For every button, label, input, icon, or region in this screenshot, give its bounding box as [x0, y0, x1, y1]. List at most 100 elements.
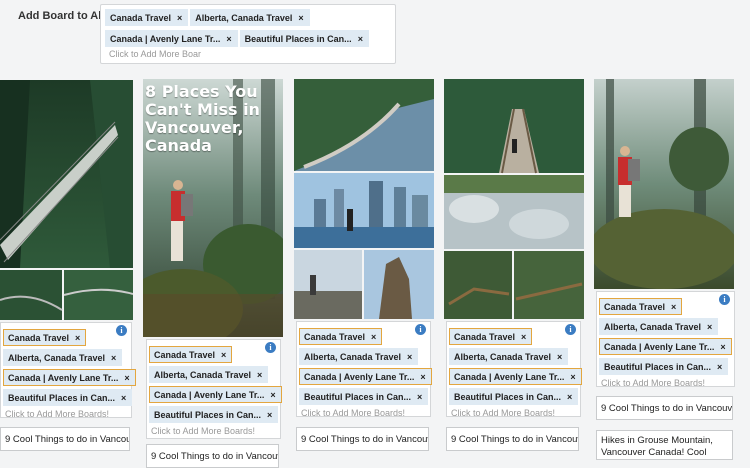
board-chip[interactable]: Canada Travel × — [105, 9, 189, 26]
chip-label: Canada | Avenly Lane Tr... — [8, 372, 119, 383]
pin-image[interactable]: 8 Places You Can't Miss in Vancouver, Ca… — [143, 79, 283, 337]
info-icon[interactable]: i — [415, 324, 426, 335]
board-chip[interactable]: Canada Travel × — [449, 328, 533, 345]
chip-label: Alberta, Canada Travel — [154, 369, 252, 380]
chip-label: Beautiful Places in Can... — [604, 361, 712, 372]
chip-label: Alberta, Canada Travel — [604, 321, 702, 332]
close-icon[interactable]: × — [707, 322, 712, 332]
close-icon[interactable]: × — [567, 392, 572, 402]
chip-label: Beautiful Places in Can... — [8, 392, 116, 403]
add-more-boards-input[interactable]: Click to Add More Boards! — [449, 408, 566, 418]
board-panel: i Canada Travel × Alberta, Canada Travel ×… — [0, 322, 136, 419]
add-more-boards-input[interactable]: Click to Add More Boards! — [3, 409, 117, 419]
board-chip[interactable]: Canada Travel × — [149, 346, 233, 363]
close-icon[interactable]: × — [221, 350, 226, 360]
info-icon[interactable]: i — [565, 324, 576, 335]
board-chip-list: Canada Travel × Alberta, Canada Travel × Ca… — [105, 9, 391, 51]
close-icon[interactable]: × — [557, 352, 562, 362]
close-icon[interactable]: × — [177, 13, 182, 23]
chip-label: Beautiful Places in Can... — [454, 391, 562, 402]
chip-label: Alberta, Canada Travel — [304, 351, 402, 362]
chip-label: Canada | Avenly Lane Tr... — [304, 371, 415, 382]
close-icon[interactable]: × — [111, 353, 116, 363]
board-chip[interactable]: Canada Travel × — [299, 328, 383, 345]
close-icon[interactable]: × — [407, 352, 412, 362]
close-icon[interactable]: × — [720, 342, 725, 352]
chip-label: Canada | Avenly Lane Tr... — [110, 33, 221, 44]
close-icon[interactable]: × — [124, 373, 129, 383]
close-icon[interactable]: × — [257, 370, 262, 380]
close-icon[interactable]: × — [270, 390, 275, 400]
close-icon[interactable]: × — [298, 13, 303, 23]
close-icon[interactable]: × — [226, 34, 231, 44]
board-chip[interactable]: Beautiful Places in Can... × — [149, 406, 279, 423]
pin-image[interactable] — [0, 80, 133, 320]
info-icon[interactable]: i — [116, 325, 127, 336]
board-chip[interactable]: Canada Travel × — [3, 329, 87, 346]
chip-label: Beautiful Places in Can... — [244, 33, 352, 44]
board-chip[interactable]: Alberta, Canada Travel × — [599, 318, 719, 335]
close-icon[interactable]: × — [267, 410, 272, 420]
close-icon[interactable]: × — [371, 332, 376, 342]
add-board-to-all-field[interactable]: Canada Travel × Alberta, Canada Travel × Ca… — [100, 4, 396, 64]
close-icon[interactable]: × — [570, 372, 575, 382]
close-icon[interactable]: × — [717, 362, 722, 372]
close-icon[interactable]: × — [121, 393, 126, 403]
board-chip[interactable]: Canada | Avenly Lane Tr... × — [599, 338, 732, 355]
chip-label: Beautiful Places in Can... — [154, 409, 262, 420]
pin-title-input[interactable]: 9 Cool Things to do in Vancouv — [296, 427, 429, 451]
board-chip[interactable]: Alberta, Canada Travel × — [299, 348, 419, 365]
add-board-label: Add Board to All: — [18, 10, 109, 22]
close-icon[interactable]: × — [420, 372, 425, 382]
board-chip[interactable]: Canada | Avenly Lane Tr... × — [449, 368, 582, 385]
board-chip[interactable]: Canada | Avenly Lane Tr... × — [299, 368, 432, 385]
close-icon[interactable]: × — [358, 34, 363, 44]
chip-label: Alberta, Canada Travel — [8, 352, 106, 363]
close-icon[interactable]: × — [417, 392, 422, 402]
chip-label: Canada Travel — [110, 12, 172, 23]
board-chip[interactable]: Beautiful Places in Can... × — [449, 388, 579, 405]
add-more-boards-input[interactable]: Click to Add More Boards! — [299, 408, 416, 418]
pin-title-input[interactable]: 9 Cool Things to do in Vancouv — [0, 427, 130, 451]
chip-label: Canada | Avenly Lane Tr... — [604, 341, 715, 352]
board-chip[interactable]: Alberta, Canada Travel × — [190, 9, 310, 26]
board-panel: i Canada Travel × Alberta, Canada Travel ×… — [446, 321, 582, 418]
info-icon[interactable]: i — [719, 294, 730, 305]
chip-label: Alberta, Canada Travel — [195, 12, 293, 23]
board-panel: i Canada Travel × Alberta, Canada Travel ×… — [146, 339, 282, 439]
close-icon[interactable]: × — [75, 333, 80, 343]
add-more-boards-input[interactable]: Click to Add More Boards! — [599, 378, 720, 388]
pin-title-input[interactable]: 9 Cool Things to do in Vancouv — [596, 396, 733, 420]
board-chip[interactable]: Canada Travel × — [599, 298, 683, 315]
pin-image[interactable] — [594, 79, 734, 289]
pin-image[interactable] — [444, 79, 584, 319]
pin-headline: 8 Places You Can't Miss in Vancouver, Ca… — [145, 82, 260, 155]
board-chip[interactable]: Canada | Avenly Lane Tr... × — [149, 386, 282, 403]
chip-label: Canada Travel — [304, 331, 366, 342]
close-icon[interactable]: × — [671, 302, 676, 312]
add-more-boards-input[interactable]: Click to Add More Boards! — [149, 426, 266, 436]
board-chip[interactable]: Alberta, Canada Travel × — [449, 348, 569, 365]
board-chip[interactable]: Alberta, Canada Travel × — [3, 349, 123, 366]
info-icon[interactable]: i — [265, 342, 276, 353]
chip-label: Canada Travel — [454, 331, 516, 342]
board-panel: i Canada Travel × Alberta, Canada Travel ×… — [596, 291, 735, 388]
pin-title-input[interactable]: 9 Cool Things to do in Vancouv — [146, 444, 279, 468]
board-chip[interactable]: Beautiful Places in Can... × — [599, 358, 729, 375]
board-chip[interactable]: Beautiful Places in Can... × — [299, 388, 429, 405]
chip-label: Canada Travel — [154, 349, 216, 360]
add-more-boards-input[interactable]: Click to Add More Boar — [107, 49, 203, 59]
chip-label: Canada | Avenly Lane Tr... — [454, 371, 565, 382]
board-panel: i Canada Travel × Alberta, Canada Travel ×… — [296, 321, 432, 418]
pin-image[interactable] — [294, 79, 434, 319]
close-icon[interactable]: × — [521, 332, 526, 342]
board-chip[interactable]: Beautiful Places in Can... × — [3, 389, 133, 406]
board-chip[interactable]: Canada | Avenly Lane Tr... × — [3, 369, 136, 386]
chip-label: Canada Travel — [8, 332, 70, 343]
chip-label: Canada Travel — [604, 301, 666, 312]
board-chip[interactable]: Beautiful Places in Can... × — [239, 30, 369, 47]
chip-label: Beautiful Places in Can... — [304, 391, 412, 402]
board-chip[interactable]: Alberta, Canada Travel × — [149, 366, 269, 383]
board-chip[interactable]: Canada | Avenly Lane Tr... × — [105, 30, 238, 47]
pin-title-input[interactable]: 9 Cool Things to do in Vancouv — [446, 427, 579, 451]
